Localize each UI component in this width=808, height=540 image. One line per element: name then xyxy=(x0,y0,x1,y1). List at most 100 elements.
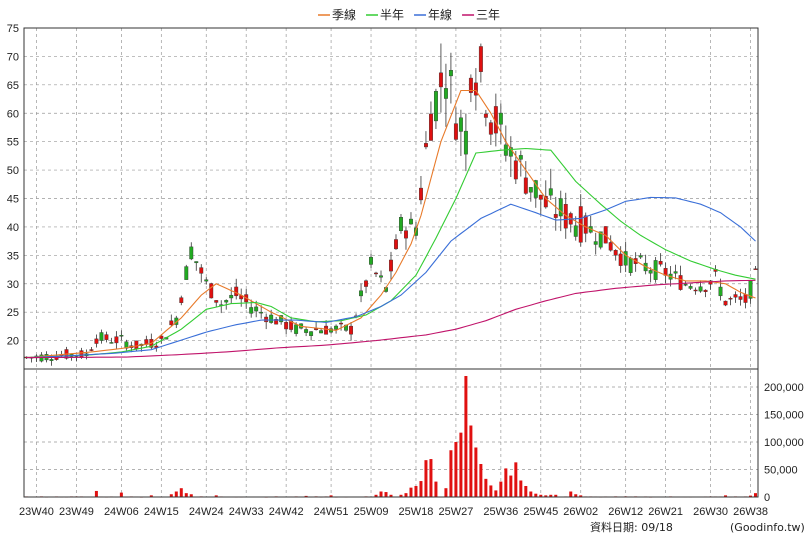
volume-bar xyxy=(179,488,183,497)
candle-body xyxy=(419,187,423,201)
x-tick-label: 24W06 xyxy=(104,506,139,518)
x-tick-label: 26W38 xyxy=(733,506,768,518)
candle-body xyxy=(199,267,204,274)
legend-label: 年線 xyxy=(428,7,452,22)
candle-body xyxy=(339,322,344,325)
volume-bar xyxy=(424,460,428,497)
x-tick-label: 26W12 xyxy=(608,506,643,518)
volume-bar xyxy=(409,487,413,497)
candle-body xyxy=(593,241,598,245)
candle-body xyxy=(424,143,428,148)
candle-body xyxy=(613,250,618,256)
x-tick-label: 23W49 xyxy=(59,506,94,518)
candle-body xyxy=(443,88,448,99)
candle-body xyxy=(688,286,693,289)
x-tick-label: 25W27 xyxy=(438,506,473,518)
candle-body xyxy=(723,300,728,306)
candle-body xyxy=(49,359,54,361)
candle-body xyxy=(374,272,378,275)
candle-body xyxy=(184,266,189,280)
candle-body xyxy=(109,342,114,344)
x-tick-label: 25W09 xyxy=(354,506,389,518)
candle-body xyxy=(553,214,558,218)
volume-bar xyxy=(469,425,473,497)
candle-body xyxy=(733,294,738,298)
price-tick-label: 20 xyxy=(7,336,19,348)
footer-source: (Goodinfo.tw) xyxy=(730,521,805,534)
x-tick-label: 24W51 xyxy=(314,506,349,518)
volume-bar xyxy=(519,480,523,497)
candle-body xyxy=(224,300,229,303)
volume-bar xyxy=(499,481,503,497)
candle-body xyxy=(394,239,398,250)
legend-label: 季線 xyxy=(332,7,356,22)
volume-tick-label: 100,000 xyxy=(764,437,804,449)
volume-bar xyxy=(509,475,513,497)
volume-tick-label: 150,000 xyxy=(764,410,804,422)
candle-body xyxy=(104,334,109,340)
candle-body xyxy=(498,112,503,125)
candle-body xyxy=(698,286,703,292)
x-tick-label: 26W21 xyxy=(648,506,683,518)
legend-label: 半年 xyxy=(380,8,404,22)
volume-bar xyxy=(449,450,453,497)
candle-body xyxy=(369,256,373,265)
candle-body xyxy=(359,290,363,297)
candle-body xyxy=(728,297,733,300)
candle-body xyxy=(389,259,393,272)
candle-body xyxy=(349,325,354,335)
volume-bar xyxy=(529,491,533,497)
volume-bar xyxy=(514,462,518,497)
x-tick-label: 24W42 xyxy=(269,506,304,518)
volume-bar xyxy=(419,481,423,497)
candle-body xyxy=(304,329,309,333)
candle-body xyxy=(678,275,683,290)
x-tick-label: 23W40 xyxy=(19,506,54,518)
candle-body xyxy=(229,294,234,299)
x-tick-label: 24W15 xyxy=(144,506,179,518)
candle-body xyxy=(379,275,383,278)
candle-body xyxy=(254,306,259,312)
volume-bar xyxy=(434,481,438,497)
price-tick-label: 75 xyxy=(7,23,19,35)
volume-bar xyxy=(414,486,418,497)
candle-body xyxy=(214,300,219,303)
candle-body xyxy=(573,225,578,237)
candle-body xyxy=(463,130,468,155)
candle-body xyxy=(453,123,458,140)
volume-bar xyxy=(754,493,758,497)
candle-body xyxy=(478,46,483,72)
volume-tick-label: 200,000 xyxy=(764,382,804,394)
candle-body xyxy=(79,350,84,358)
candle-body xyxy=(433,91,438,122)
price-tick-label: 60 xyxy=(7,108,19,120)
volume-bar xyxy=(119,492,123,497)
candle-body xyxy=(673,271,678,274)
candle-body xyxy=(513,160,518,180)
price-tick-label: 30 xyxy=(7,279,19,291)
candle-body xyxy=(528,187,533,193)
x-tick-label: 24W24 xyxy=(189,506,224,518)
candle-body xyxy=(194,261,199,264)
x-tick-label: 25W36 xyxy=(483,506,518,518)
candle-body xyxy=(284,322,289,330)
price-tick-label: 55 xyxy=(7,137,19,149)
volume-bar xyxy=(404,493,408,497)
candle-body xyxy=(89,349,94,351)
candle-body xyxy=(558,198,563,217)
candle-body xyxy=(294,324,299,334)
candle-body xyxy=(538,194,543,200)
candle-body xyxy=(583,215,588,234)
candle-body xyxy=(169,320,174,326)
volume-bar xyxy=(184,493,188,497)
candle-body xyxy=(703,289,708,293)
candle-body xyxy=(518,155,523,160)
volume-bar xyxy=(484,478,488,497)
candle-body xyxy=(364,280,368,287)
volume-bar xyxy=(94,490,98,497)
candle-body xyxy=(334,325,339,330)
volume-bar xyxy=(464,376,468,497)
candle-body xyxy=(134,340,139,350)
price-tick-label: 25 xyxy=(7,307,19,319)
candle-body xyxy=(94,338,99,344)
